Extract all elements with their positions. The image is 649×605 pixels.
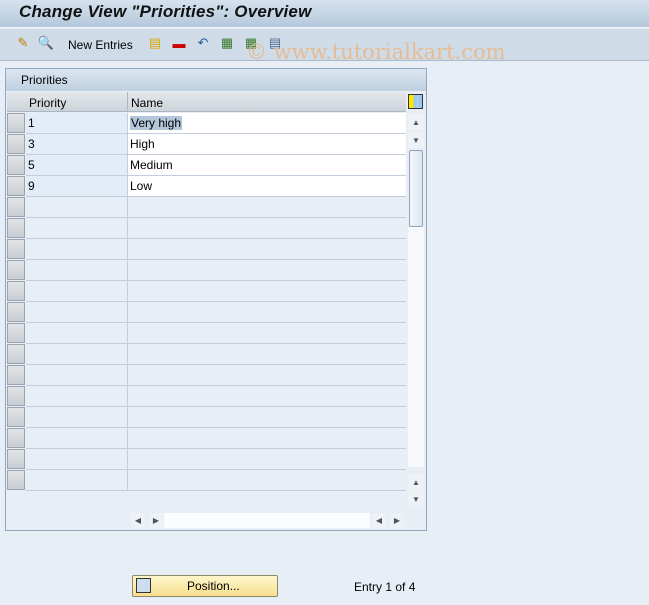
- scroll-left-icon[interactable]: ◀: [131, 513, 145, 528]
- priority-cell: [26, 281, 128, 302]
- select-all-icon[interactable]: ▦: [219, 35, 235, 51]
- priority-cell: [26, 197, 128, 218]
- table-title: Priorities: [21, 73, 68, 87]
- name-cell[interactable]: Very high: [128, 113, 406, 134]
- priority-cell: [26, 449, 128, 470]
- priorities-table-panel: Priorities Priority Name 1 Very high 3 High…: [5, 68, 427, 531]
- column-header-name[interactable]: Name: [128, 92, 406, 112]
- name-cell: [128, 470, 406, 491]
- scroll-track[interactable]: [408, 227, 424, 467]
- priority-cell: [26, 239, 128, 260]
- title-bar: Change View "Priorities": Overview: [0, 0, 649, 28]
- row-selector[interactable]: [7, 302, 25, 322]
- scroll-down-icon[interactable]: ▼: [408, 132, 424, 148]
- row-selector[interactable]: [7, 470, 25, 490]
- name-cell[interactable]: Medium: [128, 155, 406, 176]
- position-icon: [136, 578, 151, 593]
- name-value[interactable]: Low: [130, 179, 152, 193]
- row-selector[interactable]: [7, 134, 25, 154]
- row-selector[interactable]: [7, 428, 25, 448]
- new-entries-button[interactable]: New Entries: [68, 38, 133, 52]
- priority-cell[interactable]: 1: [26, 113, 128, 134]
- priority-cell: [26, 302, 128, 323]
- name-cell: [128, 302, 406, 323]
- name-value[interactable]: High: [130, 137, 155, 151]
- name-cell: [128, 197, 406, 218]
- column-config-icon[interactable]: [408, 94, 423, 109]
- display-change-icon[interactable]: ✎: [15, 35, 31, 51]
- page-title: Change View "Priorities": Overview: [19, 2, 312, 21]
- scroll-up-icon[interactable]: ▲: [408, 114, 424, 130]
- row-selector[interactable]: [7, 407, 25, 427]
- name-cell: [128, 407, 406, 428]
- name-cell: [128, 344, 406, 365]
- horizontal-scroll-track[interactable]: [164, 513, 370, 528]
- name-cell: [128, 260, 406, 281]
- row-selector[interactable]: [7, 239, 25, 259]
- priority-cell: [26, 386, 128, 407]
- details-icon[interactable]: 🔍: [38, 35, 54, 51]
- priority-cell: [26, 344, 128, 365]
- name-value[interactable]: Medium: [130, 158, 173, 172]
- priority-cell[interactable]: 5: [26, 155, 128, 176]
- row-selector[interactable]: [7, 197, 25, 217]
- row-selector[interactable]: [7, 449, 25, 469]
- row-selector[interactable]: [7, 365, 25, 385]
- priority-cell: [26, 323, 128, 344]
- copy-icon[interactable]: ▤: [147, 35, 163, 51]
- row-selector[interactable]: [7, 260, 25, 280]
- scroll-page-down-icon[interactable]: ▼: [408, 491, 424, 507]
- priority-cell: [26, 407, 128, 428]
- name-cell[interactable]: Low: [128, 176, 406, 197]
- priority-cell: [26, 428, 128, 449]
- priority-cell: [26, 365, 128, 386]
- name-cell: [128, 386, 406, 407]
- scroll-right-end-icon[interactable]: ▶: [390, 513, 404, 528]
- row-selector[interactable]: [7, 323, 25, 343]
- priority-cell: [26, 260, 128, 281]
- undo-icon[interactable]: ↶: [195, 35, 211, 51]
- watermark: © www.tutorialkart.com: [246, 40, 506, 64]
- name-value[interactable]: Very high: [130, 116, 183, 130]
- name-cell: [128, 365, 406, 386]
- position-button-label: Position...: [187, 579, 240, 593]
- name-cell: [128, 323, 406, 344]
- name-cell[interactable]: High: [128, 134, 406, 155]
- scroll-thumb[interactable]: [409, 150, 423, 227]
- row-selector[interactable]: [7, 344, 25, 364]
- vertical-scrollbar[interactable]: ▲ ▼ ▲ ▼: [408, 114, 424, 507]
- entry-counter: Entry 1 of 4: [354, 580, 416, 594]
- row-selector[interactable]: [7, 155, 25, 175]
- delete-icon[interactable]: ▬: [171, 35, 187, 51]
- priority-cell[interactable]: 3: [26, 134, 128, 155]
- scroll-right-icon[interactable]: ▶: [149, 513, 163, 528]
- table-title-bar: Priorities: [6, 69, 426, 91]
- name-cell: [128, 281, 406, 302]
- scroll-page-up-icon[interactable]: ▲: [408, 474, 424, 490]
- row-selector[interactable]: [7, 386, 25, 406]
- row-selector[interactable]: [7, 113, 25, 133]
- scroll-left-end-icon[interactable]: ◀: [372, 513, 386, 528]
- row-selector[interactable]: [7, 218, 25, 238]
- name-cell: [128, 239, 406, 260]
- row-selector[interactable]: [7, 281, 25, 301]
- name-cell: [128, 449, 406, 470]
- name-cell: [128, 218, 406, 239]
- priority-cell[interactable]: 9: [26, 176, 128, 197]
- name-cell: [128, 428, 406, 449]
- select-all-rows-header[interactable]: [7, 92, 26, 112]
- priority-cell: [26, 470, 128, 491]
- row-selector[interactable]: [7, 176, 25, 196]
- column-header-priority[interactable]: Priority: [26, 92, 128, 112]
- position-button[interactable]: Position...: [132, 575, 278, 597]
- priority-cell: [26, 218, 128, 239]
